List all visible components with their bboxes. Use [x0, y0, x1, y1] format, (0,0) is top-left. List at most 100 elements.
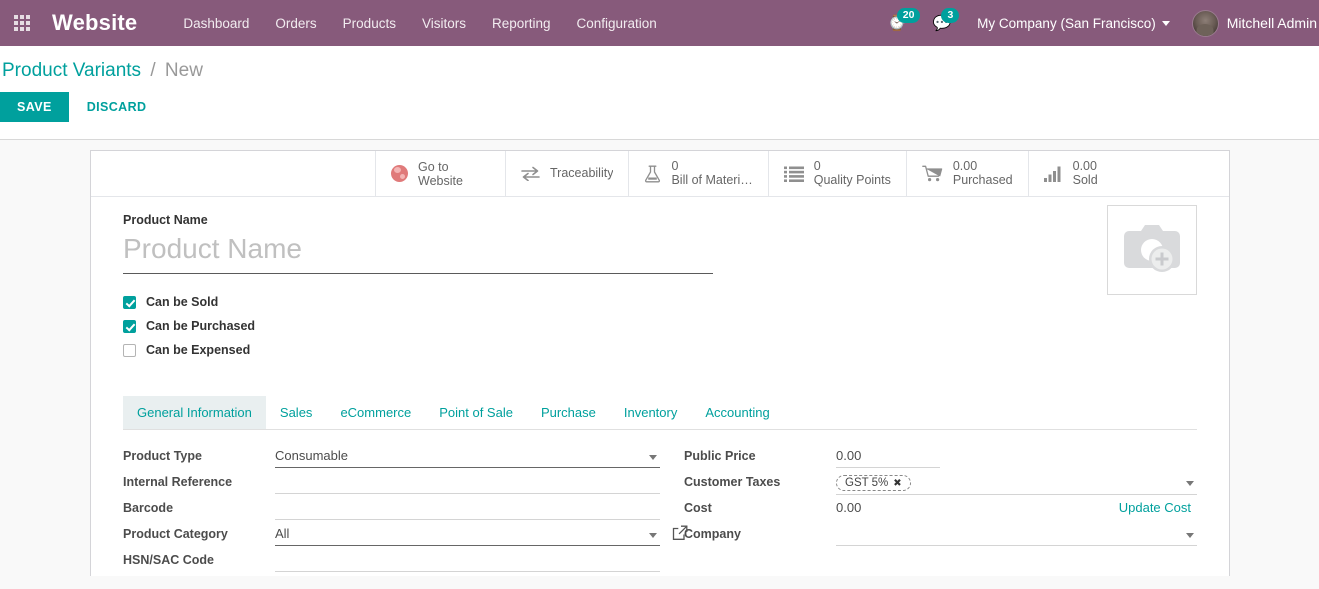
- tab-sales[interactable]: Sales: [266, 396, 327, 429]
- camera-add-icon: [1124, 225, 1180, 272]
- customer-taxes-field[interactable]: GST 5% ✖: [836, 472, 1197, 495]
- discard-button[interactable]: DISCARD: [75, 92, 159, 122]
- field-row-product-type: Product Type Consumable: [123, 446, 660, 472]
- company-select[interactable]: [836, 524, 1197, 546]
- stat-label-quality-points: Quality Points: [813, 173, 891, 187]
- navbar-right-group: ⌚ 20 💬 3 My Company (San Francisco) Mitc…: [888, 0, 1319, 46]
- breadcrumb-current: New: [164, 60, 203, 81]
- company-label: Company: [684, 527, 741, 541]
- can-be-sold-label: Can be Sold: [146, 295, 219, 309]
- top-navbar: Website Dashboard Orders Products Visito…: [0, 0, 1319, 46]
- messages-count-badge: 3: [941, 7, 960, 23]
- nav-item-orders[interactable]: Orders: [275, 16, 316, 31]
- control-panel: Product Variants / New SAVE DISCARD: [0, 46, 1319, 140]
- tab-purchase[interactable]: Purchase: [527, 396, 610, 429]
- app-brand-title[interactable]: Website: [52, 10, 137, 36]
- stat-button-traceability[interactable]: Traceability: [506, 151, 630, 196]
- public-price-label: Public Price: [684, 449, 756, 463]
- stat-value-bill-of-materials: 0: [671, 159, 679, 173]
- update-cost-button[interactable]: Update Cost: [1119, 500, 1191, 515]
- product-category-label: Product Category: [123, 527, 228, 541]
- nav-item-reporting[interactable]: Reporting: [492, 16, 551, 31]
- chevron-down-icon: [649, 533, 657, 538]
- activity-menu-button[interactable]: ⌚ 20: [888, 7, 921, 31]
- stat-button-go-to-website[interactable]: Go to Website: [376, 151, 506, 196]
- tab-inventory[interactable]: Inventory: [610, 396, 691, 429]
- checkbox-row-can-be-purchased[interactable]: Can be Purchased: [123, 314, 1197, 338]
- product-name-input[interactable]: [123, 229, 713, 274]
- tab-accounting[interactable]: Accounting: [691, 396, 783, 429]
- stat-button-purchased[interactable]: 0.00 Purchased: [907, 151, 1029, 196]
- can-be-sold-checkbox[interactable]: [123, 295, 136, 309]
- form-column-left: Product Type Consumable Internal Referen…: [123, 446, 688, 576]
- tab-general-information[interactable]: General Information: [123, 396, 266, 429]
- tab-point-of-sale[interactable]: Point of Sale: [425, 396, 527, 429]
- bar-chart-icon: [1043, 166, 1063, 182]
- stat-button-sold[interactable]: 0.00 Sold: [1029, 151, 1113, 196]
- nav-item-products[interactable]: Products: [343, 16, 396, 31]
- field-row-customer-taxes: Customer Taxes GST 5% ✖: [684, 472, 1197, 498]
- field-row-internal-reference: Internal Reference: [123, 472, 660, 498]
- main-nav-menu: Dashboard Orders Products Visitors Repor…: [183, 16, 656, 31]
- user-menu[interactable]: Mitchell Admin: [1191, 9, 1319, 37]
- stat-button-bill-of-materials[interactable]: 0 Bill of Materi…: [629, 151, 769, 196]
- hsn-sac-code-input[interactable]: [275, 550, 660, 572]
- public-price-input[interactable]: 0.00: [836, 446, 940, 468]
- tag-gst-5[interactable]: GST 5% ✖: [836, 475, 911, 491]
- stat-value-sold: 0.00: [1072, 159, 1097, 173]
- hsn-sac-code-label: HSN/SAC Code: [123, 553, 214, 567]
- checkbox-row-can-be-expensed[interactable]: Can be Expensed: [123, 338, 1197, 362]
- cart-icon: [922, 165, 943, 182]
- stat-label-purchased: Purchased: [952, 173, 1013, 187]
- apps-grid-icon: [14, 15, 30, 31]
- checkbox-row-can-be-sold[interactable]: Can be Sold: [123, 290, 1197, 314]
- chevron-down-icon: [649, 455, 657, 460]
- tab-ecommerce[interactable]: eCommerce: [326, 396, 425, 429]
- stat-bar-spacer: [91, 151, 376, 196]
- chevron-down-icon: [1186, 481, 1194, 486]
- can-be-purchased-checkbox[interactable]: [123, 319, 136, 333]
- tag-label: GST 5%: [845, 477, 889, 489]
- save-button[interactable]: SAVE: [0, 92, 69, 122]
- company-name-label: My Company (San Francisco): [977, 15, 1156, 31]
- barcode-input[interactable]: [275, 498, 660, 520]
- exchange-icon: [521, 166, 540, 181]
- form-sheet: Go to Website Traceability 0 Bill of Mat…: [90, 150, 1230, 576]
- form-column-right: Public Price 0.00 Customer Taxes GST 5% …: [660, 446, 1197, 576]
- product-type-label: Product Type: [123, 449, 202, 463]
- general-information-panel: Product Type Consumable Internal Referen…: [123, 430, 1197, 576]
- control-panel-buttons: SAVE DISCARD: [0, 92, 1319, 122]
- product-image-upload[interactable]: [1107, 205, 1197, 295]
- internal-reference-input[interactable]: [275, 472, 660, 494]
- nav-item-configuration[interactable]: Configuration: [577, 16, 657, 31]
- remove-tag-icon[interactable]: ✖: [893, 478, 901, 489]
- nav-item-visitors[interactable]: Visitors: [422, 16, 466, 31]
- product-type-select[interactable]: Consumable: [275, 446, 660, 468]
- company-switcher[interactable]: My Company (San Francisco): [977, 16, 1170, 31]
- field-row-hsn-sac-code: HSN/SAC Code: [123, 550, 660, 576]
- product-flags-group: Can be Sold Can be Purchased Can be Expe…: [123, 290, 1197, 362]
- external-link-icon[interactable]: [672, 525, 688, 541]
- nav-item-dashboard[interactable]: Dashboard: [183, 16, 249, 31]
- can-be-purchased-label: Can be Purchased: [146, 319, 256, 333]
- breadcrumb-separator: /: [150, 60, 156, 81]
- field-row-company: Company: [684, 524, 1197, 550]
- apps-menu-button[interactable]: [0, 0, 44, 46]
- sheet-container: Go to Website Traceability 0 Bill of Mat…: [0, 140, 1319, 576]
- can-be-expensed-label: Can be Expensed: [146, 343, 251, 357]
- product-category-select[interactable]: All: [275, 524, 660, 546]
- activity-count-badge: 20: [896, 7, 921, 23]
- breadcrumb-product-variants[interactable]: Product Variants: [2, 60, 141, 81]
- user-name-label: Mitchell Admin: [1226, 15, 1317, 31]
- messages-menu-button[interactable]: 💬 3: [932, 7, 960, 31]
- notebook-tabs: General Information Sales eCommerce Poin…: [123, 396, 1197, 430]
- cost-label: Cost: [684, 501, 712, 515]
- stat-button-quality-points[interactable]: 0 Quality Points: [769, 151, 907, 196]
- field-row-public-price: Public Price 0.00: [684, 446, 1197, 472]
- stat-value-purchased: 0.00: [952, 159, 978, 173]
- stat-label-go-to-website: Go to Website: [418, 159, 463, 188]
- chevron-down-icon: [1161, 20, 1170, 26]
- flask-icon: [644, 165, 661, 183]
- field-row-cost: Cost 0.00 Update Cost: [684, 498, 1197, 524]
- can-be-expensed-checkbox[interactable]: [123, 343, 136, 357]
